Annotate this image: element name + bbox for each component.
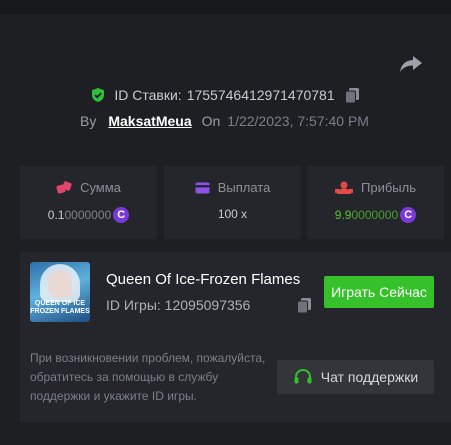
shield-check-icon <box>92 88 105 102</box>
bet-id-label: ID Ставки: <box>114 87 182 103</box>
headset-icon <box>294 368 312 384</box>
game-id: ID Игры: 12095097356 <box>106 297 251 313</box>
copy-icon[interactable] <box>344 87 361 104</box>
dice-icon <box>56 180 72 194</box>
amount-value-rest: 0000000 <box>64 208 112 222</box>
bet-id-row: ID Ставки: 1755746412971470781 <box>0 85 451 105</box>
share-icon[interactable] <box>398 53 424 75</box>
game-card: QUEEN OF ICE FROZEN FLAMES Queen Of Ice-… <box>20 252 451 422</box>
support-chat-label: Чат поддержки <box>320 369 419 385</box>
game-title: Queen Of Ice-Frozen Flames <box>106 271 301 288</box>
user-profit-icon <box>335 181 353 194</box>
game-thumbnail-text: QUEEN OF ICE FROZEN FLAMES <box>30 300 90 315</box>
amount-value-main: 0.1 <box>47 208 65 222</box>
game-thumbnail[interactable]: QUEEN OF ICE FROZEN FLAMES <box>30 262 90 322</box>
profit-value-main: 9.9 <box>334 208 352 222</box>
profit-label: Прибыль <box>361 180 416 195</box>
top-strip <box>0 0 451 14</box>
username-link[interactable]: MaksatMeua <box>108 113 191 129</box>
bet-date: 1/22/2023, 7:57:40 PM <box>227 113 369 129</box>
stat-payout: Выплата 100 x <box>164 166 301 239</box>
play-now-button[interactable]: Играть Сейчас <box>324 276 434 308</box>
stat-amount: Сумма 0.1 0000000 C <box>20 166 157 239</box>
support-note: При возникновении проблем, пожалуйста, о… <box>30 351 266 403</box>
card-icon <box>195 182 210 193</box>
coin-icon: C <box>400 207 417 223</box>
author-row: By MaksatMeua On 1/22/2023, 7:57:40 PM <box>80 111 369 131</box>
bet-id-value: 1755746412971470781 <box>186 87 335 103</box>
amount-label: Сумма <box>80 180 121 195</box>
stat-profit: Прибыль 9.9 0000000 C <box>307 166 444 239</box>
support-chat-button[interactable]: Чат поддержки <box>277 360 434 394</box>
by-label: By <box>80 113 97 129</box>
on-label: On <box>201 113 221 129</box>
payout-value: 100 x <box>217 207 248 221</box>
copy-icon[interactable] <box>296 297 313 314</box>
payout-label: Выплата <box>217 180 271 195</box>
profit-value-rest: 0000000 <box>351 208 399 222</box>
coin-icon: C <box>113 207 130 223</box>
